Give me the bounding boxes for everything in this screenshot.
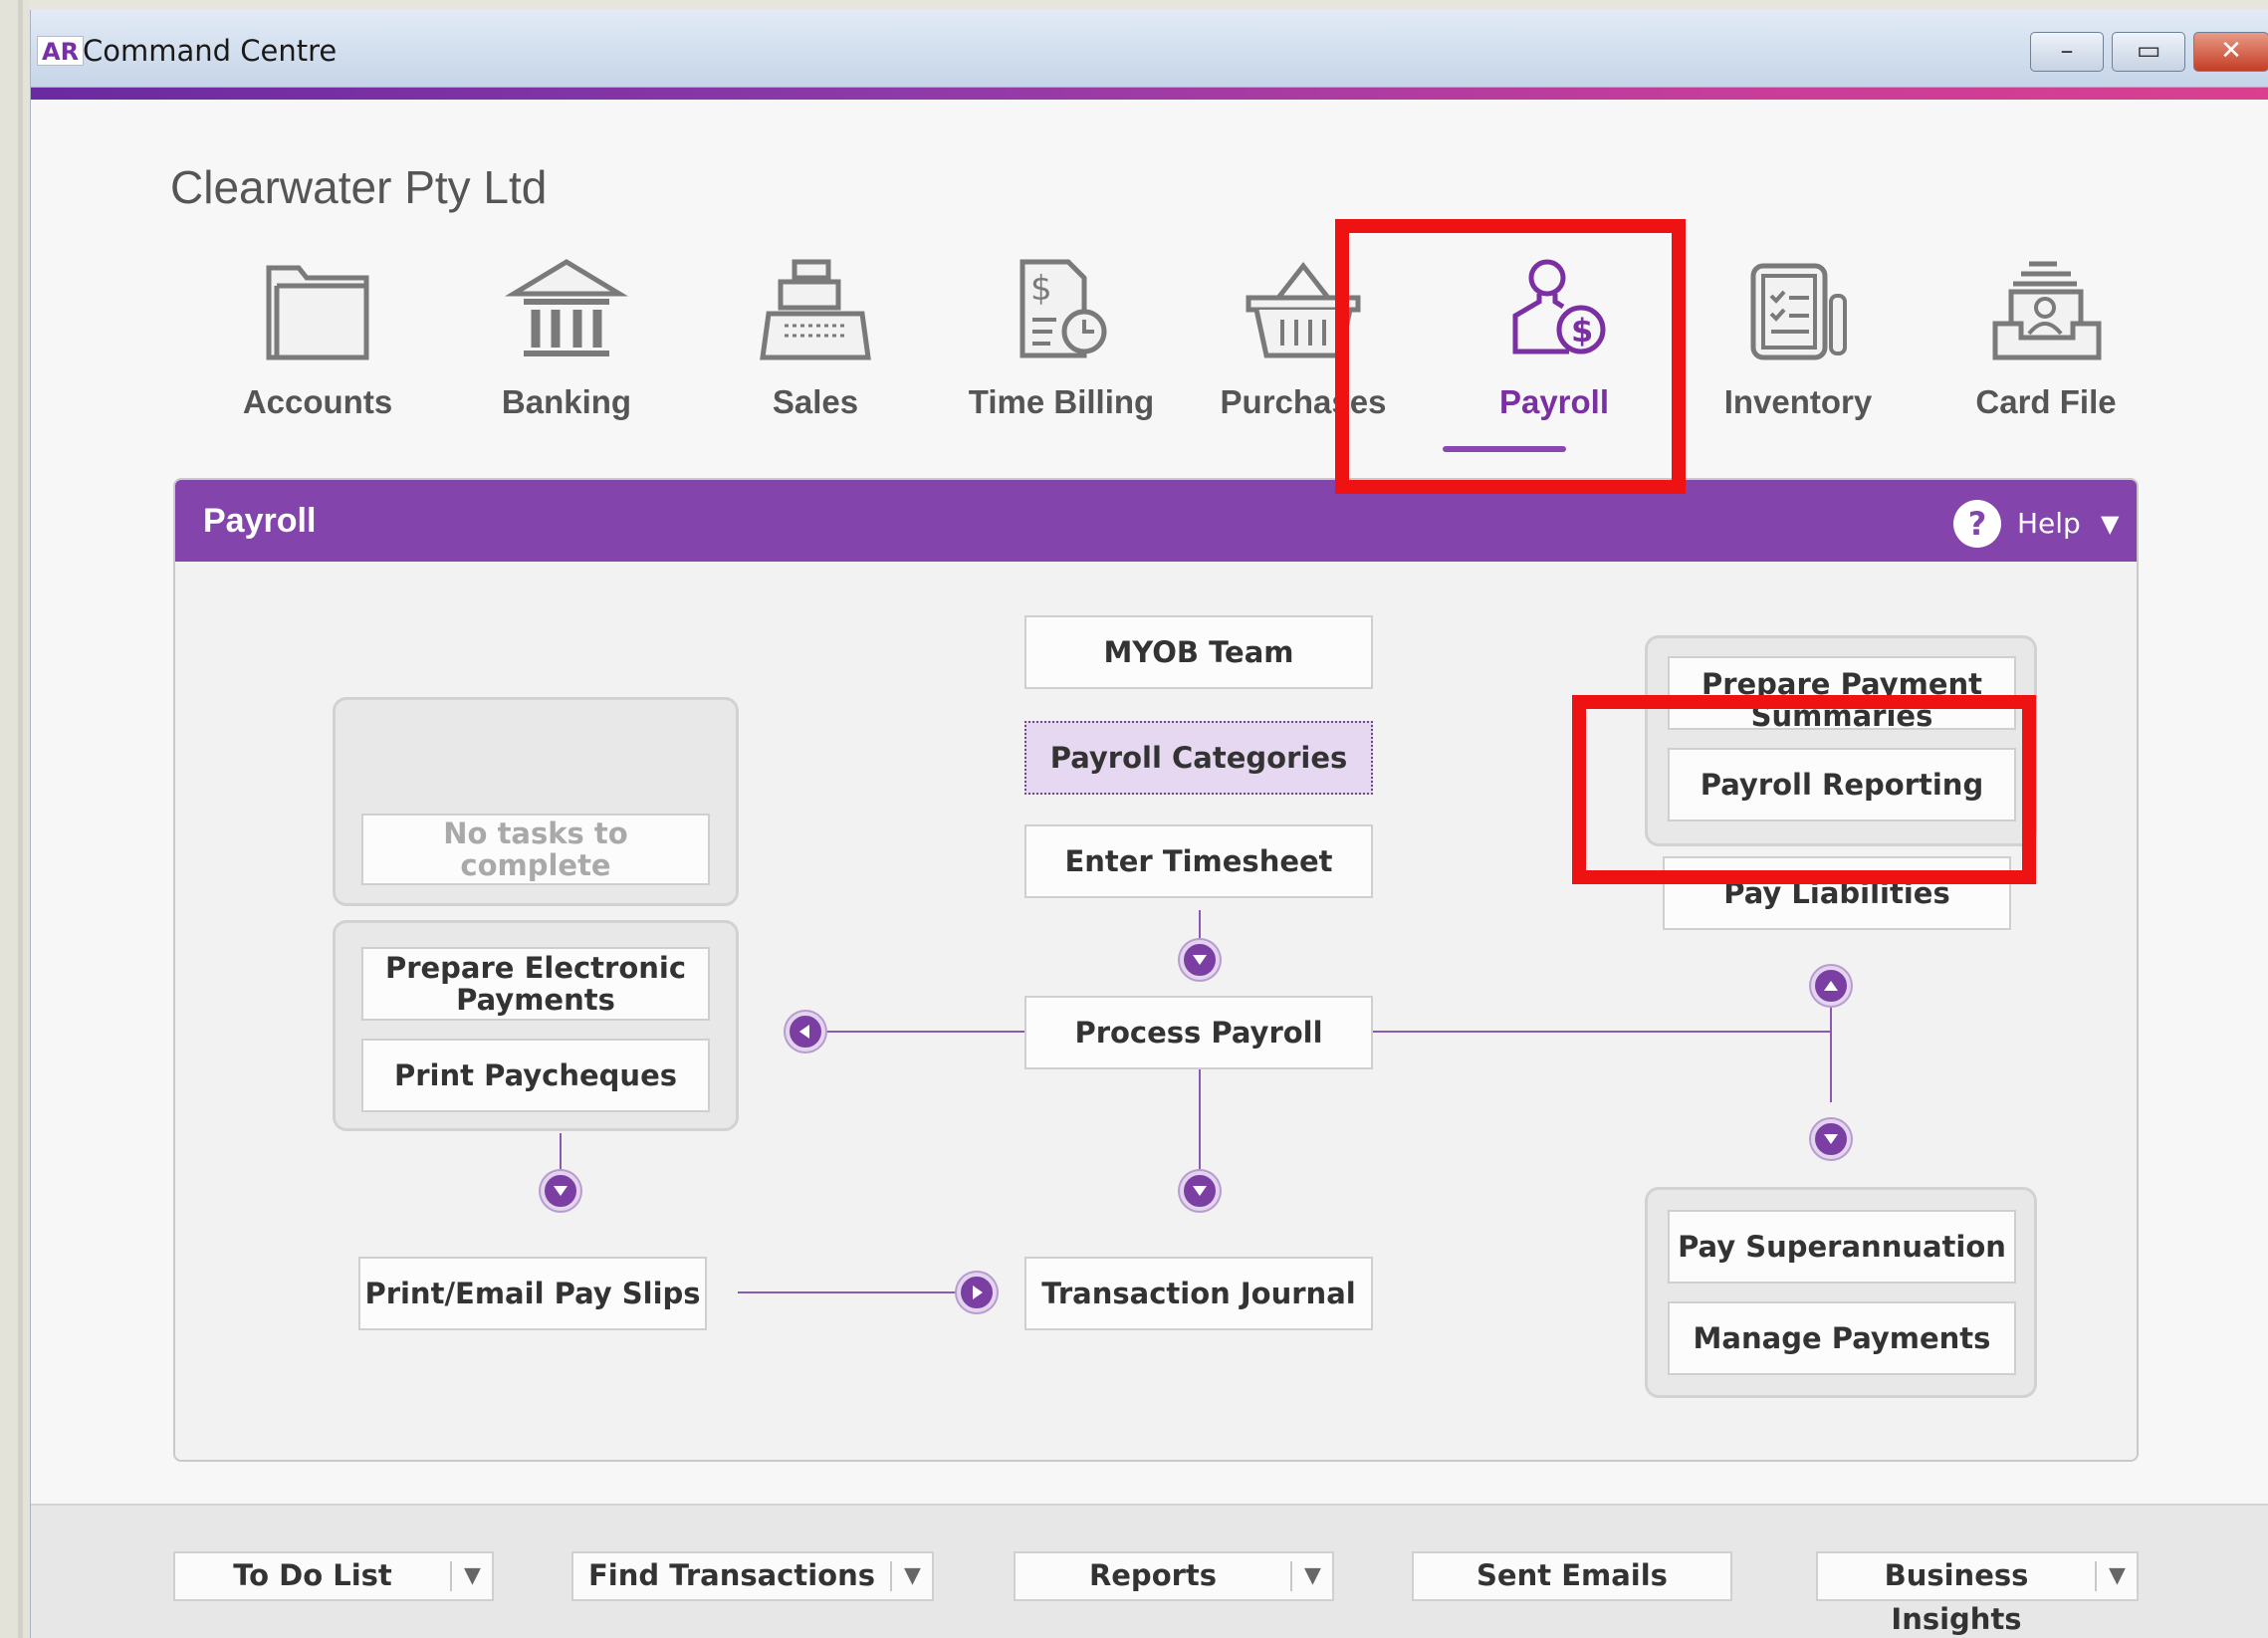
connector-line (1830, 993, 1832, 1102)
nav-payroll[interactable]: $ Payroll (1445, 254, 1664, 453)
to-do-list-button[interactable]: To Do List ▼ (173, 1551, 494, 1601)
nav-purchases[interactable]: Purchases (1194, 254, 1413, 453)
title-bar: AR Command Centre – ▭ ✕ (31, 10, 2268, 88)
inventory-clipboard-icon (1750, 263, 1847, 360)
nav-label: Inventory (1723, 383, 1873, 420)
print-email-pay-slips-button[interactable]: Print/Email Pay Slips (358, 1257, 707, 1330)
business-insights-button[interactable]: Business Insights ▼ (1816, 1551, 2139, 1636)
arrow-down-icon (1180, 1171, 1220, 1211)
bank-icon (505, 259, 628, 356)
process-payroll-button[interactable]: Process Payroll (1024, 996, 1373, 1069)
dropdown-arrow-icon[interactable]: ▼ (1304, 1553, 1321, 1599)
active-nav-underline (1443, 446, 1566, 452)
connector-line (1370, 1031, 1830, 1033)
enter-timesheet-button[interactable]: Enter Timesheet (1024, 824, 1373, 898)
payroll-reporting-button[interactable]: Payroll Reporting (1668, 748, 2016, 821)
dropdown-arrow-icon[interactable]: ▼ (904, 1553, 921, 1599)
panel-header: Payroll ? Help ▼ (175, 480, 2137, 562)
desktop-background (0, 0, 2268, 10)
find-transactions-button[interactable]: Find Transactions ▼ (571, 1551, 934, 1601)
card-file-icon (1992, 261, 2102, 360)
transaction-journal-button[interactable]: Transaction Journal (1024, 1257, 1373, 1330)
nav-label: Sales (772, 383, 859, 420)
brand-bar (31, 88, 2268, 100)
minimize-button[interactable]: – (2030, 32, 2104, 72)
window-title: Command Centre (83, 34, 338, 68)
connector-line (738, 1291, 975, 1293)
panel-title: Payroll (203, 502, 317, 540)
manage-payments-button[interactable]: Manage Payments (1668, 1301, 2016, 1375)
to-do-list-label: To Do List (233, 1558, 392, 1592)
command-centre-window: AR Command Centre – ▭ ✕ Clearwater Pty L… (30, 10, 2268, 1638)
time-billing-icon: $ (1020, 259, 1107, 358)
no-tasks-button: No tasks to complete (361, 814, 710, 885)
reports-button[interactable]: Reports ▼ (1014, 1551, 1334, 1601)
print-paycheques-button[interactable]: Print Paycheques (361, 1039, 710, 1112)
nav-time-billing[interactable]: $ Time Billing (952, 254, 1171, 453)
payroll-panel: Payroll ? Help ▼ No tasks to complete Pr… (173, 478, 2139, 1462)
nav-label: Payroll (1498, 383, 1610, 420)
close-button[interactable]: ✕ (2193, 32, 2268, 72)
pay-superannuation-button[interactable]: Pay Superannuation (1668, 1210, 2016, 1284)
super-task-group: Pay Superannuation Manage Payments (1645, 1187, 2037, 1398)
nav-label: Accounts (242, 383, 393, 420)
arrow-down-icon (541, 1171, 580, 1211)
connector-line (805, 1031, 1034, 1033)
payroll-categories-button[interactable]: Payroll Categories (1024, 721, 1373, 795)
reports-label: Reports (1088, 1558, 1218, 1592)
payroll-person-dollar-icon: $ (1512, 259, 1606, 354)
nav-accounts[interactable]: Accounts (208, 254, 427, 453)
nav-label: Purchases (1220, 383, 1387, 420)
basket-icon (1246, 261, 1361, 358)
sent-emails-button[interactable]: Sent Emails (1412, 1551, 1732, 1601)
maximize-button[interactable]: ▭ (2112, 32, 2185, 72)
todo-task-group: No tasks to complete (333, 697, 739, 906)
reporting-task-group: Prepare Payment Summaries Payroll Report… (1645, 635, 2037, 846)
arrow-down-icon (1811, 1119, 1851, 1159)
cash-register-icon (760, 259, 871, 360)
help-link[interactable]: Help (2017, 502, 2081, 546)
arrow-down-icon (1180, 940, 1220, 980)
app-logo: AR (37, 36, 85, 66)
close-icon: ✕ (2220, 36, 2242, 66)
nav-label: Banking (501, 383, 632, 420)
dropdown-arrow-icon[interactable]: ▼ (464, 1553, 481, 1599)
prepare-payment-summaries-button[interactable]: Prepare Payment Summaries (1668, 656, 2016, 730)
nav-banking[interactable]: Banking (457, 254, 676, 453)
question-circle-icon[interactable]: ? (1953, 500, 2001, 548)
nav-card-file[interactable]: Card File (1936, 254, 2155, 453)
pay-liabilities-button[interactable]: Pay Liabilities (1663, 856, 2011, 930)
nav-inventory[interactable]: Inventory (1689, 254, 1908, 453)
desktop-left-edge (0, 0, 30, 1638)
nav-label: Time Billing (968, 383, 1155, 420)
arrow-right-icon (957, 1273, 997, 1312)
find-transactions-label: Find Transactions (587, 1558, 876, 1592)
svg-text:$: $ (1571, 312, 1593, 350)
arrow-up-icon (1811, 966, 1851, 1006)
nav-sales[interactable]: Sales (706, 254, 925, 453)
nav-label: Card File (1975, 383, 2117, 420)
arrow-left-icon (786, 1012, 825, 1052)
caret-down-icon[interactable]: ▼ (2101, 504, 2119, 544)
minimize-icon: – (2060, 36, 2074, 66)
payment-task-group: Prepare Electronic Payments Print Payche… (333, 920, 739, 1131)
prepare-electronic-payments-button[interactable]: Prepare Electronic Payments (361, 947, 710, 1021)
business-insights-label: Business Insights (1884, 1558, 2029, 1636)
svg-text:$: $ (1030, 269, 1052, 309)
myob-team-button[interactable]: MYOB Team (1024, 615, 1373, 689)
maximize-icon: ▭ (2136, 36, 2161, 66)
dropdown-arrow-icon[interactable]: ▼ (2109, 1553, 2126, 1599)
company-name: Clearwater Pty Ltd (170, 161, 548, 213)
folder-icon (266, 265, 369, 360)
